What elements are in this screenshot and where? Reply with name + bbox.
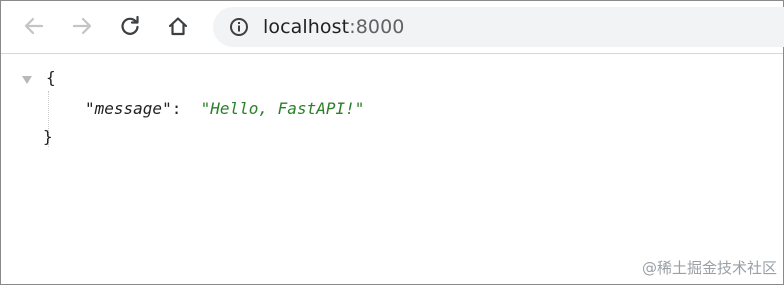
reload-button[interactable] (113, 9, 147, 43)
back-button[interactable] (17, 9, 51, 43)
forward-button[interactable] (65, 9, 99, 43)
json-string-value: "Hello, FastAPI!" (200, 99, 365, 118)
arrow-left-icon (24, 17, 44, 35)
home-icon (168, 17, 188, 36)
json-property-row: "message": "Hello, FastAPI!" (85, 99, 364, 118)
arrow-right-icon (72, 17, 92, 35)
reload-icon (121, 15, 139, 35)
json-close-brace: } (43, 127, 53, 146)
url-port: :8000 (349, 16, 405, 38)
info-icon[interactable] (229, 17, 249, 37)
json-viewer: { "message": "Hello, FastAPI!" } (1, 55, 783, 284)
browser-toolbar: localhost:8000 (1, 1, 784, 54)
collapse-toggle-icon[interactable] (22, 76, 32, 84)
browser-window: localhost:8000 { "message": "Hello, Fast… (0, 0, 784, 285)
address-text[interactable]: localhost:8000 (263, 16, 404, 38)
json-key: "message" (85, 99, 172, 118)
watermark: @稀土掘金技术社区 (641, 259, 777, 277)
address-bar[interactable]: localhost:8000 (213, 7, 784, 47)
json-colon: : (171, 99, 182, 118)
url-host: localhost (263, 16, 350, 38)
home-button[interactable] (161, 9, 195, 43)
json-open-brace: { (46, 68, 56, 87)
